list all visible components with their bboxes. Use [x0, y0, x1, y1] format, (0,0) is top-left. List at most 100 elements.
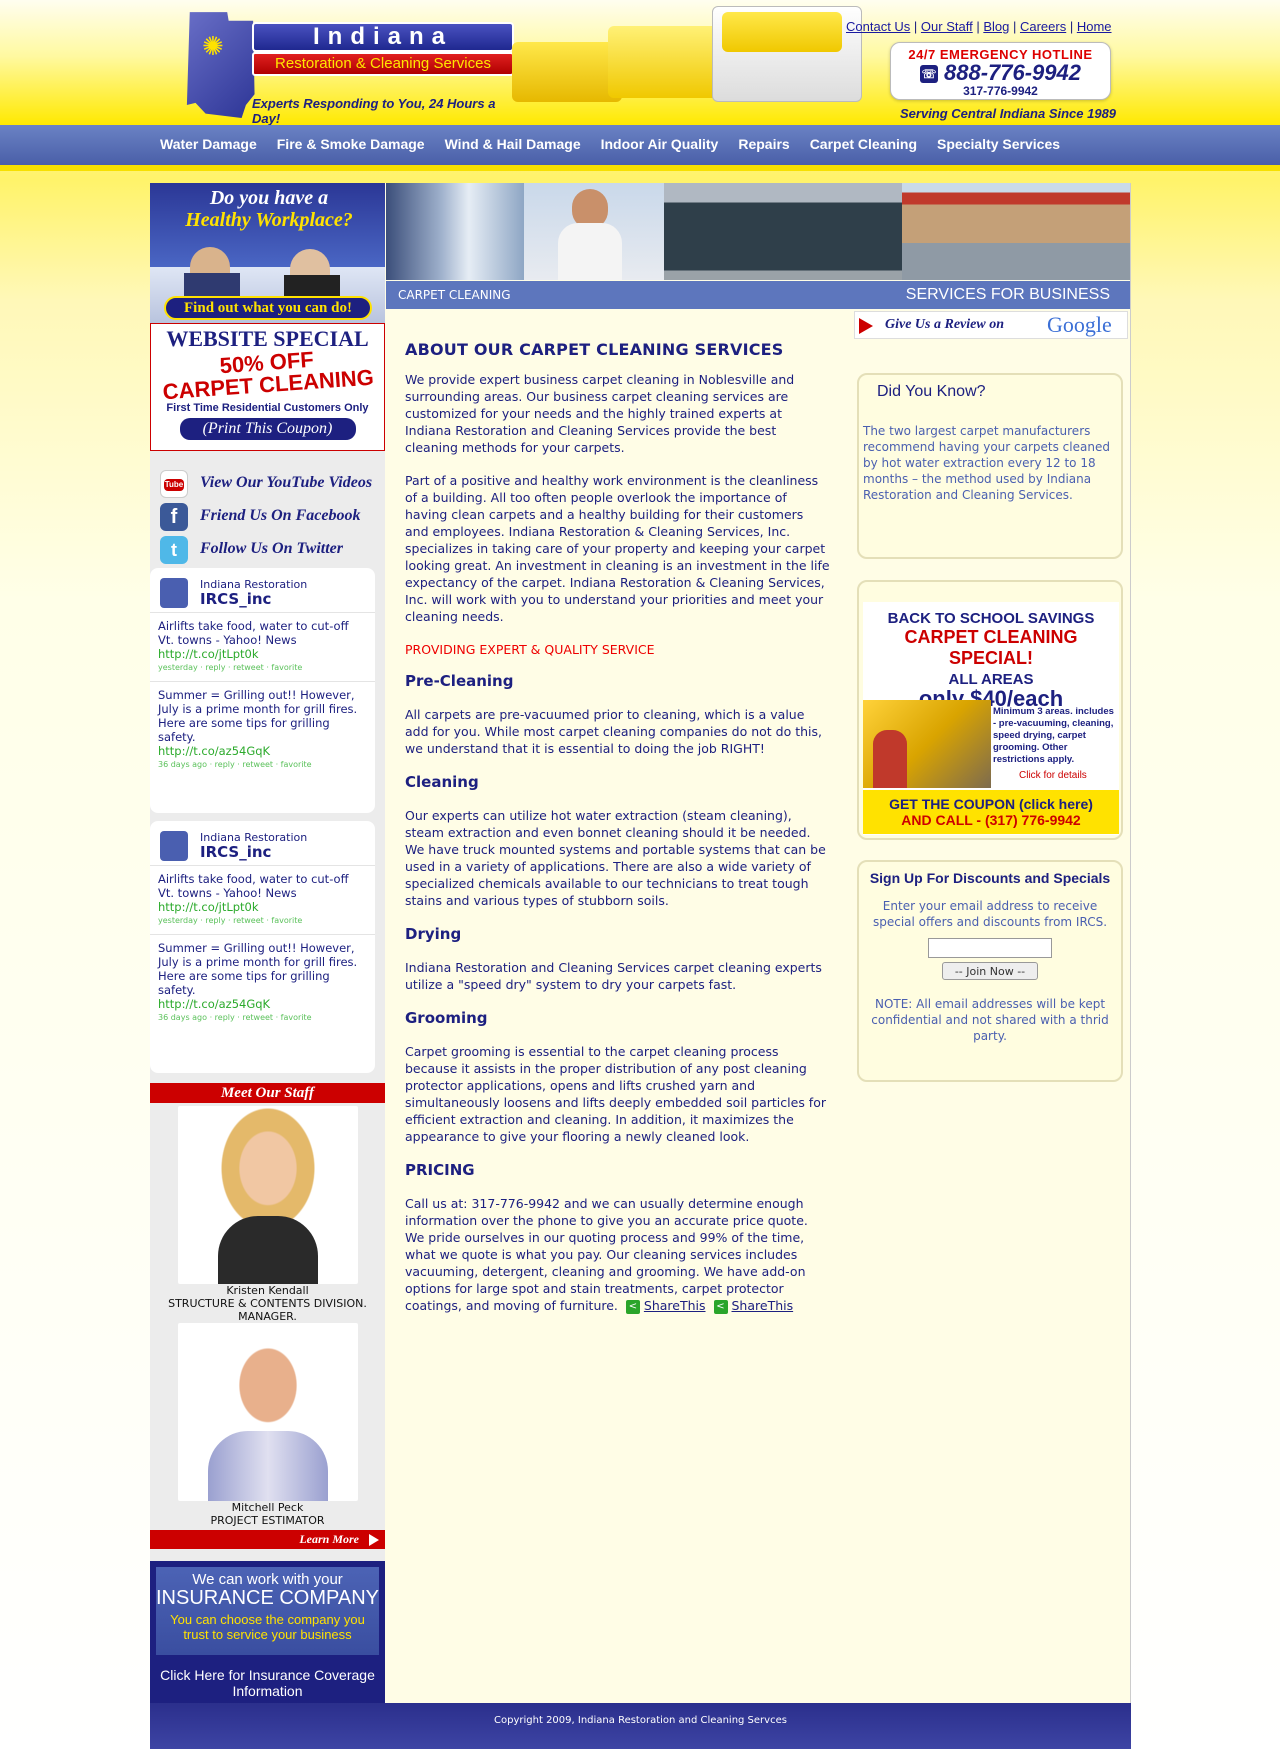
get-coupon-label: GET THE COUPON (click here)	[889, 796, 1093, 812]
social-youtube[interactable]: Tube View Our YouTube Videos	[160, 470, 380, 500]
drying-heading: Drying	[405, 925, 462, 943]
link-our-staff[interactable]: Our Staff	[921, 19, 973, 34]
pricing-heading: PRICING	[405, 1161, 475, 1179]
link-home[interactable]: Home	[1077, 19, 1112, 34]
storefront-image	[386, 183, 524, 280]
social-facebook[interactable]: f Friend Us On Facebook	[160, 503, 380, 533]
hotline-alt-number: 317-776-9942	[963, 84, 1038, 98]
insurance-line3: You can choose the company you trust to …	[170, 1612, 365, 1642]
twitter-icon: t	[160, 536, 188, 564]
indiana-state-icon: ✺	[186, 12, 255, 118]
link-contact-us[interactable]: Contact Us	[846, 19, 910, 34]
insurance-banner[interactable]: We can work with your INSURANCE COMPANY …	[150, 1561, 385, 1703]
cleaning-paragraph: Our experts can utilize hot water extrac…	[405, 808, 826, 908]
staff-name: Mitchell Peck	[231, 1501, 304, 1514]
tweet-meta[interactable]: yesterday · reply · retweet · favorite	[158, 661, 367, 675]
nav-indoor-air-quality[interactable]: Indoor Air Quality	[591, 125, 729, 163]
share-this-link[interactable]: ShareThis	[644, 1298, 706, 1313]
healthy-workplace-banner[interactable]: Do you have a Healthy Workplace? Find ou…	[150, 183, 385, 323]
signup-box: Sign Up For Discounts and Specials Enter…	[857, 860, 1123, 1082]
twitter-avatar[interactable]	[160, 831, 188, 861]
service-tagline: PROVIDING EXPERT & QUALITY SERVICE	[405, 642, 655, 657]
promo-details-link[interactable]: Click for details	[1019, 770, 1087, 781]
social-twitter[interactable]: t Follow Us On Twitter	[160, 536, 380, 566]
hero-image-strip	[386, 183, 1130, 280]
nav-repairs[interactable]: Repairs	[728, 125, 799, 163]
did-you-know-title: Did You Know?	[877, 383, 986, 400]
nav-specialty-services[interactable]: Specialty Services	[927, 125, 1070, 163]
pre-cleaning-heading: Pre-Cleaning	[405, 672, 514, 690]
top-links: Contact Us | Our Staff | Blog | Careers …	[846, 19, 1112, 34]
share-this-link[interactable]: ShareThis	[732, 1298, 794, 1313]
nav-water-damage[interactable]: Water Damage	[150, 125, 267, 163]
healthy-workplace-title-line1: Do you have a	[209, 187, 329, 209]
back-to-school-promo[interactable]: BACK TO SCHOOL SAVINGS CARPET CLEANING S…	[863, 602, 1119, 835]
get-coupon-button[interactable]: GET THE COUPON (click here) AND CALL - (…	[863, 790, 1119, 834]
learn-more-label: Learn More	[299, 1532, 359, 1546]
google-wordmark: Google	[1047, 312, 1112, 337]
social-twitter-label: Follow Us On Twitter	[200, 540, 343, 557]
logo-title: Indiana	[252, 22, 514, 52]
hotline-number-text: 888-776-9942	[943, 60, 1081, 85]
tweet-link[interactable]: http://t.co/az54GqK	[158, 997, 367, 1011]
link-careers[interactable]: Careers	[1020, 19, 1066, 34]
twitter-username[interactable]: IRCS_inc	[200, 590, 271, 608]
print-coupon-button[interactable]: (Print This Coupon)	[179, 418, 356, 440]
tweet-link[interactable]: http://t.co/az54GqK	[158, 744, 367, 758]
staff-name-mitchell: Mitchell Peck PROJECT ESTIMATOR	[150, 1501, 385, 1527]
join-now-button[interactable]: -- Join Now --	[942, 962, 1038, 980]
tweet-text: Summer = Grilling out!! However, July is…	[158, 688, 358, 744]
tweet-meta[interactable]: 36 days ago · reply · retweet · favorite	[158, 758, 367, 772]
insurance-line2: INSURANCE COMPANY	[156, 1587, 379, 1609]
play-arrow-icon	[859, 318, 873, 334]
healthy-workplace-title-line2: Healthy Workplace?	[185, 209, 353, 231]
signup-privacy-note: NOTE: All email addresses will be kept c…	[871, 997, 1109, 1043]
healthy-workplace-cta[interactable]: Find out what you can do!	[164, 296, 372, 320]
site-logo[interactable]: ✺ Indiana Restoration & Cleaning Service…	[180, 8, 520, 126]
twitter-username[interactable]: IRCS_inc	[200, 843, 271, 861]
emergency-hotline[interactable]: 24/7 EMERGENCY HOTLINE ☏ 888-776-9942 317…	[890, 42, 1111, 100]
nav-fire-smoke-damage[interactable]: Fire & Smoke Damage	[267, 125, 435, 163]
coupon-offer: 50% OFF CARPET CLEANING	[150, 344, 386, 405]
staff-photo-kristen[interactable]	[178, 1106, 358, 1284]
business-owner-image	[524, 183, 664, 280]
staff-name: Kristen Kendall	[226, 1284, 309, 1297]
pre-cleaning-paragraph: All carpets are pre-vacuumed prior to cl…	[405, 707, 822, 756]
share-icon: <	[625, 1299, 640, 1314]
website-special-coupon[interactable]: WEBSITE SPECIAL 50% OFF CARPET CLEANING …	[150, 323, 385, 451]
section-bar: CARPET CLEANING SERVICES FOR BUSINESS	[386, 281, 1130, 309]
tweet-meta[interactable]: 36 days ago · reply · retweet · favorite	[158, 1011, 367, 1025]
promo-headline: BACK TO SCHOOL SAVINGS	[887, 610, 1095, 627]
facebook-icon: f	[160, 503, 188, 531]
nav-wind-hail-damage[interactable]: Wind & Hail Damage	[435, 125, 591, 163]
staff-photo-mitchell[interactable]	[178, 1323, 358, 1501]
tweet-link[interactable]: http://t.co/jtLpt0k	[158, 647, 367, 661]
retail-building-image	[902, 183, 1130, 280]
tweet-meta[interactable]: yesterday · reply · retweet · favorite	[158, 914, 367, 928]
tweet: Airlifts take food, water to cut-off Vt.…	[150, 612, 375, 681]
google-review-button[interactable]: Give Us a Review on Google	[854, 311, 1128, 339]
link-blog[interactable]: Blog	[983, 19, 1009, 34]
learn-more-button[interactable]: Learn More	[150, 1530, 385, 1549]
review-label: Give Us a Review on	[885, 317, 1004, 332]
email-field[interactable]	[928, 938, 1052, 958]
nav-carpet-cleaning[interactable]: Carpet Cleaning	[800, 125, 927, 163]
pricing-paragraph: Call us at: 317-776-9942 and we can usua…	[405, 1195, 830, 1314]
twitter-widget: Indiana Restoration IRCS_inc Airlifts ta…	[150, 568, 375, 813]
tweet-link[interactable]: http://t.co/jtLpt0k	[158, 900, 367, 914]
twitter-avatar[interactable]	[160, 578, 188, 608]
share-icon: <	[713, 1299, 728, 1314]
tweet: Summer = Grilling out!! However, July is…	[150, 681, 375, 778]
page-title: ABOUT OUR CARPET CLEANING SERVICES	[405, 340, 784, 359]
serving-since: Serving Central Indiana Since 1989	[900, 106, 1117, 121]
intro-paragraph: We provide expert business carpet cleani…	[405, 372, 795, 455]
services-for-business-heading: SERVICES FOR BUSINESS	[905, 286, 1110, 303]
left-sidebar: Do you have a Healthy Workplace? Find ou…	[150, 183, 385, 1703]
twitter-widget-header: Indiana Restoration IRCS_inc	[150, 568, 375, 612]
insurance-coverage-link[interactable]: Click Here for Insurance Coverage Inform…	[150, 1667, 385, 1699]
meet-our-staff-heading: Meet Our Staff	[150, 1083, 385, 1103]
promo-fine-print: Minimum 3 areas. includes - pre-vacuumin…	[993, 706, 1114, 765]
youtube-icon: Tube	[160, 470, 188, 498]
google-logo: Google	[1047, 312, 1112, 338]
tweet: Summer = Grilling out!! However, July is…	[150, 934, 375, 1031]
